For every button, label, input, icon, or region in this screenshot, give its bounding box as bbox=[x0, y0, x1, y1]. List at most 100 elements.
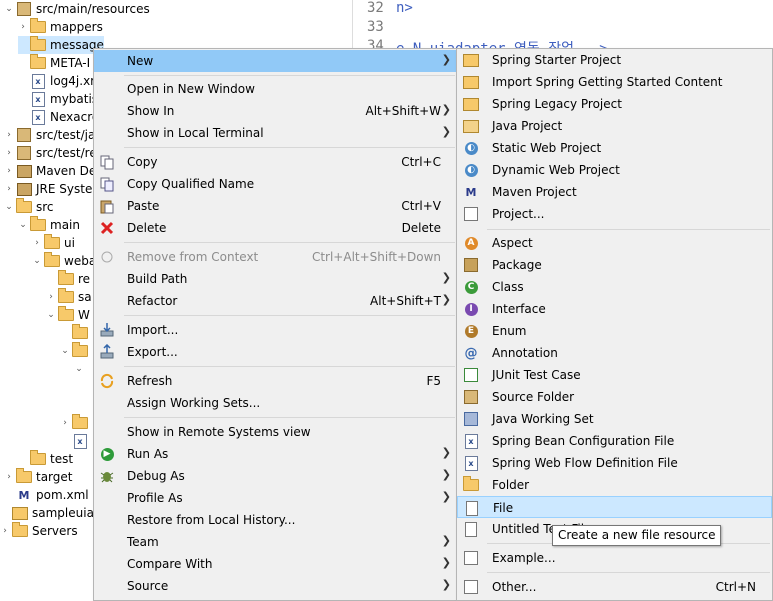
folder-icon bbox=[72, 342, 88, 359]
tree-item[interactable]: ⌄ bbox=[74, 360, 86, 378]
tree-item[interactable]: META-I bbox=[18, 54, 90, 72]
menu-item-team[interactable]: Team ❯ bbox=[94, 531, 457, 553]
tree-item[interactable] bbox=[74, 378, 86, 396]
submenu-item-project[interactable]: Project... bbox=[457, 203, 772, 225]
collapse-chevron-icon[interactable]: › bbox=[4, 126, 14, 144]
tree-item[interactable]: ⌄ src/main/resources bbox=[4, 0, 150, 18]
expand-chevron-icon[interactable]: ⌄ bbox=[60, 342, 70, 360]
submenu-item-junit-test-case[interactable]: JUnit Test Case bbox=[457, 364, 772, 386]
submenu-item-source-folder[interactable]: Source Folder bbox=[457, 386, 772, 408]
submenu-item-spring-legacy-project[interactable]: Spring Legacy Project bbox=[457, 93, 772, 115]
collapse-chevron-icon[interactable]: › bbox=[0, 522, 10, 540]
submenu-item-java-working-set[interactable]: Java Working Set bbox=[457, 408, 772, 430]
submenu-item-import-spring-content[interactable]: Import Spring Getting Started Content bbox=[457, 71, 772, 93]
expand-chevron-icon[interactable]: ⌄ bbox=[4, 198, 14, 216]
menu-item-source[interactable]: Source ❯ bbox=[94, 575, 457, 597]
menu-item-show-in[interactable]: Show In Alt+Shift+W ❯ bbox=[94, 100, 457, 122]
tree-item[interactable]: ⌄ main bbox=[18, 216, 80, 234]
submenu-item-aspect[interactable]: A Aspect bbox=[457, 232, 772, 254]
tree-item-label: Nexacro bbox=[50, 110, 100, 124]
tree-item[interactable]: ⌄ weba bbox=[32, 252, 96, 270]
tree-item[interactable]: › Maven De bbox=[4, 162, 96, 180]
tree-item[interactable]: x log4j.xr bbox=[18, 72, 95, 90]
collapse-chevron-icon[interactable]: › bbox=[4, 180, 14, 198]
tree-item[interactable]: ⌄ src bbox=[4, 198, 54, 216]
submenu-item-annotation[interactable]: @ Annotation bbox=[457, 342, 772, 364]
tree-item[interactable]: message bbox=[18, 36, 104, 54]
tree-item[interactable]: ⌄ bbox=[60, 342, 92, 360]
menu-item-build-path[interactable]: Build Path ❯ bbox=[94, 268, 457, 290]
collapse-chevron-icon[interactable]: › bbox=[4, 162, 14, 180]
menu-item-show-local-terminal[interactable]: Show in Local Terminal ❯ bbox=[94, 122, 457, 144]
menu-item-debug-as[interactable]: Debug As ❯ bbox=[94, 465, 457, 487]
tree-item[interactable]: › ui bbox=[32, 234, 75, 252]
menu-item-assign-working-sets[interactable]: Assign Working Sets... bbox=[94, 392, 457, 414]
tree-item[interactable]: x bbox=[60, 432, 92, 450]
expand-chevron-icon[interactable]: ⌄ bbox=[74, 360, 84, 378]
collapse-chevron-icon[interactable]: › bbox=[60, 414, 70, 432]
expand-chevron-icon[interactable]: ⌄ bbox=[4, 0, 14, 18]
menu-label: Static Web Project bbox=[492, 141, 602, 155]
tree-item-label: Servers bbox=[32, 524, 78, 538]
code-editor[interactable]: 32 n> 33 34 e N uiadapter 연동 작업 --> bbox=[352, 0, 773, 50]
collapse-chevron-icon[interactable]: › bbox=[46, 288, 56, 306]
menu-item-paste[interactable]: Paste Ctrl+V bbox=[94, 195, 457, 217]
collapse-chevron-icon[interactable]: › bbox=[18, 18, 28, 36]
tree-item[interactable]: test bbox=[18, 450, 73, 468]
menu-item-run-as[interactable]: ▶ Run As ❯ bbox=[94, 443, 457, 465]
menu-item-refactor[interactable]: Refactor Alt+Shift+T ❯ bbox=[94, 290, 457, 312]
menu-item-remove-from-context[interactable]: Remove from Context Ctrl+Alt+Shift+Down bbox=[94, 246, 457, 268]
submenu-item-dynamic-web-project[interactable]: ◐ Dynamic Web Project bbox=[457, 159, 772, 181]
collapse-chevron-icon[interactable]: › bbox=[4, 144, 14, 162]
submenu-item-folder[interactable]: Folder bbox=[457, 474, 772, 496]
submenu-arrow-icon: ❯ bbox=[441, 578, 451, 591]
menu-item-copy[interactable]: Copy Ctrl+C bbox=[94, 151, 457, 173]
expand-chevron-icon[interactable]: ⌄ bbox=[46, 306, 56, 324]
submenu-item-maven-project[interactable]: M Maven Project bbox=[457, 181, 772, 203]
tree-item[interactable]: ⌄ W bbox=[46, 306, 90, 324]
submenu-item-file[interactable]: File bbox=[457, 496, 772, 518]
tree-item[interactable]: x mybatis bbox=[18, 90, 98, 108]
submenu-item-interface[interactable]: I Interface bbox=[457, 298, 772, 320]
submenu-item-static-web-project[interactable]: ◐ Static Web Project bbox=[457, 137, 772, 159]
submenu-item-java-project[interactable]: Java Project bbox=[457, 115, 772, 137]
menu-separator bbox=[124, 75, 455, 76]
tree-item[interactable]: › Servers bbox=[0, 522, 78, 540]
tree-item[interactable]: › mappers bbox=[18, 18, 103, 36]
menu-item-import[interactable]: Import... bbox=[94, 319, 457, 341]
submenu-item-other[interactable]: Other... Ctrl+N bbox=[457, 576, 772, 598]
expand-chevron-icon[interactable]: ⌄ bbox=[18, 216, 28, 234]
menu-item-compare-with[interactable]: Compare With ❯ bbox=[94, 553, 457, 575]
menu-item-restore-local-history[interactable]: Restore from Local History... bbox=[94, 509, 457, 531]
menu-item-export[interactable]: Export... bbox=[94, 341, 457, 363]
tree-item[interactable]: re bbox=[46, 270, 90, 288]
submenu-item-example[interactable]: Example... bbox=[457, 547, 772, 569]
tree-item[interactable] bbox=[60, 324, 92, 342]
tree-item[interactable]: › src/test/res bbox=[4, 144, 103, 162]
aspect-icon: A bbox=[463, 235, 479, 251]
menu-item-delete[interactable]: Delete Delete bbox=[94, 217, 457, 239]
tree-item[interactable]: › JRE System bbox=[4, 180, 104, 198]
collapse-chevron-icon[interactable]: › bbox=[32, 234, 42, 252]
tree-item[interactable]: x Nexacro bbox=[18, 108, 99, 126]
tree-item[interactable]: › bbox=[60, 414, 92, 432]
submenu-item-spring-web-flow[interactable]: x Spring Web Flow Definition File bbox=[457, 452, 772, 474]
submenu-item-spring-bean-config[interactable]: x Spring Bean Configuration File bbox=[457, 430, 772, 452]
menu-item-show-remote-systems[interactable]: Show in Remote Systems view bbox=[94, 421, 457, 443]
menu-item-profile-as[interactable]: Profile As ❯ bbox=[94, 487, 457, 509]
submenu-item-enum[interactable]: E Enum bbox=[457, 320, 772, 342]
run-icon: ▶ bbox=[99, 446, 115, 462]
menu-item-refresh[interactable]: Refresh F5 bbox=[94, 370, 457, 392]
menu-item-copy-qualified-name[interactable]: Copy Qualified Name bbox=[94, 173, 457, 195]
tree-item[interactable]: › src/test/jav bbox=[4, 126, 102, 144]
submenu-item-class[interactable]: C Class bbox=[457, 276, 772, 298]
tree-item[interactable]: Mpom.xml bbox=[4, 486, 89, 504]
menu-item-new[interactable]: New ❯ bbox=[94, 50, 457, 72]
submenu-item-package[interactable]: Package bbox=[457, 254, 772, 276]
tree-item[interactable]: › sa bbox=[46, 288, 92, 306]
menu-item-open-new-window[interactable]: Open in New Window bbox=[94, 78, 457, 100]
expand-chevron-icon[interactable]: ⌄ bbox=[32, 252, 42, 270]
collapse-chevron-icon[interactable]: › bbox=[4, 468, 14, 486]
tree-item[interactable]: › target bbox=[4, 468, 73, 486]
submenu-item-spring-starter-project[interactable]: Spring Starter Project bbox=[457, 49, 772, 71]
